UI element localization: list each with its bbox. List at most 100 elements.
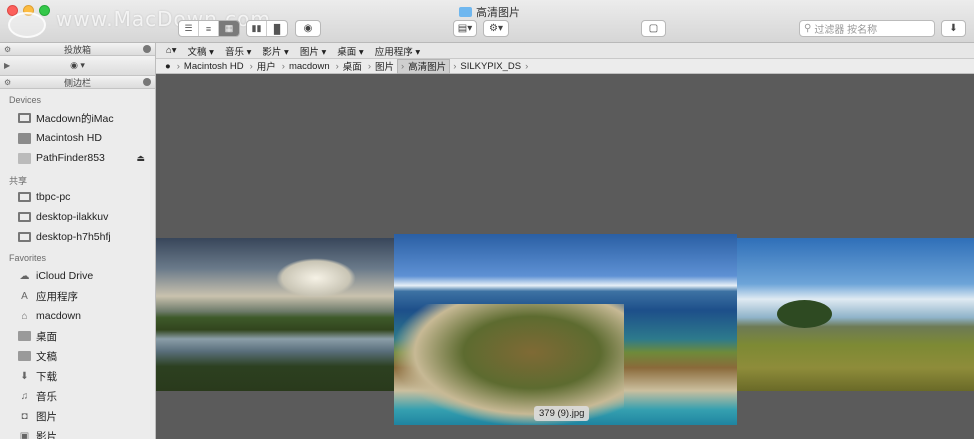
apple-icon[interactable]: ● bbox=[162, 59, 174, 74]
coverflow-mode-segmented-control[interactable]: ▮▮ ▐▌ bbox=[246, 20, 288, 37]
home-menu-button[interactable]: ⌂▾ bbox=[166, 45, 177, 56]
zoom-window-button[interactable] bbox=[39, 5, 50, 16]
close-panel-icon[interactable] bbox=[143, 45, 151, 53]
dropbox-panel-body[interactable]: ▶ ◉ ▾ bbox=[0, 56, 155, 76]
breadcrumb-silkypix[interactable]: › SILKYPIX_DS › bbox=[450, 59, 535, 74]
search-icon: ⚲ bbox=[804, 23, 812, 34]
sidebar-item-label: 影片 bbox=[36, 430, 57, 439]
view-icons-button[interactable]: ☰ bbox=[179, 21, 199, 36]
download-icon: ⬇ bbox=[20, 370, 29, 382]
arrange-icon: ▤▾ bbox=[457, 23, 473, 34]
sidebar-item-label: PathFinder853 bbox=[36, 152, 105, 164]
sidebar-item-imac[interactable]: Macdown的iMac bbox=[0, 108, 155, 128]
dropbox-panel-header[interactable]: ⚙ 投放箱 bbox=[0, 43, 155, 56]
nav-applications-menu[interactable]: 应用程序 ▾ bbox=[375, 44, 420, 58]
action-button[interactable]: ⚙▾ bbox=[483, 20, 509, 37]
sidebar-item-label: desktop-ilakkuv bbox=[36, 211, 109, 223]
coverflow-image-current[interactable] bbox=[394, 234, 737, 425]
sidebar-panel-title: 侧边栏 bbox=[63, 77, 91, 88]
sidebar-item-desktop-h7h5hfj[interactable]: desktop-h7h5hfj bbox=[0, 227, 155, 247]
nav-movies-menu[interactable]: 影片 ▾ bbox=[262, 44, 288, 58]
sidebar-item-macdown[interactable]: ⌂ macdown bbox=[0, 306, 155, 326]
computer-icon bbox=[18, 113, 31, 123]
target-icon[interactable]: ◉ ▾ bbox=[70, 60, 85, 71]
sidebar-item-tbpc[interactable]: tbpc-pc bbox=[0, 187, 155, 207]
gear-icon[interactable]: ⚙ bbox=[4, 78, 11, 87]
sidebar-panel-header[interactable]: ⚙ 侧边栏 bbox=[0, 76, 155, 89]
gear-icon[interactable]: ⚙ bbox=[4, 45, 11, 54]
sidebar-item-applications[interactable]: A 应用程序 bbox=[0, 286, 155, 306]
nav-desktop-menu[interactable]: 桌面 ▾ bbox=[337, 44, 363, 58]
camera-icon: ◘ bbox=[21, 410, 28, 422]
sidebar-item-movies[interactable]: ▣ 影片 bbox=[0, 426, 155, 439]
home-icon: ⌂ bbox=[21, 310, 28, 322]
sidebar-item-desktop[interactable]: 桌面 bbox=[0, 326, 155, 346]
document-icon: ▢ bbox=[648, 23, 659, 34]
shortcut-bar: ⌂▾ 文稿 ▾ 音乐 ▾ 影片 ▾ 图片 ▾ 桌面 ▾ 应用程序 ▾ bbox=[156, 43, 974, 59]
sidebar-item-downloads[interactable]: ⬇ 下载 bbox=[0, 366, 155, 386]
folder-icon bbox=[459, 7, 472, 17]
sidebar-item-label: 下载 bbox=[36, 370, 57, 383]
sidebar-item-label: macdown bbox=[36, 310, 81, 322]
image-tree-shape bbox=[777, 300, 832, 328]
nav-music-menu[interactable]: 音乐 ▾ bbox=[225, 44, 251, 58]
network-computer-icon bbox=[18, 232, 31, 242]
disclosure-triangle-icon[interactable]: ▶ bbox=[4, 61, 10, 70]
network-computer-icon bbox=[18, 212, 31, 222]
sidebar-item-label: desktop-h7h5hfj bbox=[36, 231, 111, 243]
search-field[interactable]: ⚲ 过滤器 按名称 bbox=[799, 20, 935, 37]
arrange-button[interactable]: ▤▾ bbox=[453, 20, 477, 37]
sidebar-item-label: 图片 bbox=[36, 410, 57, 423]
nav-pictures-menu[interactable]: 图片 ▾ bbox=[300, 44, 326, 58]
sidebar-item-label: 应用程序 bbox=[36, 290, 78, 303]
close-panel-icon[interactable] bbox=[143, 78, 151, 86]
sidebar-item-label: Macintosh HD bbox=[36, 132, 102, 144]
gear-icon: ⚙▾ bbox=[489, 23, 503, 34]
sidebar-item-pathfinder[interactable]: PathFinder853 ⏏ bbox=[0, 148, 155, 168]
sidebar-item-label: 桌面 bbox=[36, 330, 57, 343]
network-computer-icon bbox=[18, 192, 31, 202]
breadcrumb-hd-pictures[interactable]: › 高清图片 bbox=[397, 58, 451, 74]
section-devices: Devices bbox=[9, 95, 42, 105]
window-title-label: 高清图片 bbox=[476, 7, 520, 19]
sidebar-item-documents[interactable]: 文稿 bbox=[0, 346, 155, 366]
breadcrumb-pictures[interactable]: › 图片 bbox=[365, 59, 397, 74]
sidebar-item-music[interactable]: ♫ 音乐 bbox=[0, 386, 155, 406]
sidebar: ⚙ 投放箱 ▶ ◉ ▾ ⚙ 侧边栏 Devices Macdown的iMac M… bbox=[0, 43, 156, 439]
sidebar-item-icloud[interactable]: ☁ iCloud Drive bbox=[0, 266, 155, 286]
window-title: 高清图片 bbox=[459, 4, 520, 20]
sidebar-item-label: tbpc-pc bbox=[36, 191, 71, 203]
breadcrumb-macintosh-hd[interactable]: › Macintosh HD bbox=[174, 59, 247, 74]
new-document-button[interactable]: ▢ bbox=[641, 20, 666, 37]
breadcrumb-users[interactable]: › 用户 bbox=[247, 59, 279, 74]
coverflow-image-previous[interactable] bbox=[156, 238, 396, 391]
sidebar-item-label: 文稿 bbox=[36, 350, 57, 363]
disk-image-icon bbox=[18, 152, 31, 164]
sidebar-item-macintosh-hd[interactable]: Macintosh HD bbox=[0, 128, 155, 148]
quick-look-button[interactable]: ◉ bbox=[295, 20, 321, 37]
image-land-shape bbox=[394, 304, 624, 425]
dropbox-panel-title: 投放箱 bbox=[63, 44, 91, 55]
hard-drive-icon bbox=[18, 132, 31, 144]
dual-pane-button[interactable]: ▐▌ bbox=[267, 21, 287, 36]
breadcrumb: ● › Macintosh HD › 用户 › macdown › 桌面 › 图片 › 高清… bbox=[156, 58, 974, 74]
section-shared: 共享 bbox=[9, 176, 28, 186]
applications-icon: A bbox=[21, 290, 28, 302]
sidebar-item-label: 音乐 bbox=[36, 390, 57, 403]
cloud-icon: ☁ bbox=[19, 270, 30, 282]
view-list-button[interactable]: ≡ bbox=[199, 21, 219, 36]
macdown-logo-icon bbox=[8, 12, 46, 38]
film-icon: ▣ bbox=[19, 430, 30, 439]
view-mode-segmented-control[interactable]: ☰ ≡ ▦ bbox=[178, 20, 240, 37]
eject-icon[interactable]: ⏏ bbox=[136, 153, 145, 164]
coverflow-image-next[interactable] bbox=[737, 238, 974, 391]
coverflow-view[interactable]: 379 (9).jpg bbox=[156, 74, 974, 439]
breadcrumb-desktop[interactable]: › 桌面 bbox=[333, 59, 365, 74]
nav-documents-menu[interactable]: 文稿 ▾ bbox=[188, 44, 214, 58]
coverflow-button[interactable]: ▮▮ bbox=[247, 21, 267, 36]
sidebar-item-pictures[interactable]: ◘ 图片 bbox=[0, 406, 155, 426]
breadcrumb-macdown[interactable]: › macdown bbox=[279, 59, 333, 74]
download-button[interactable]: ⬇ bbox=[941, 20, 966, 37]
sidebar-item-desktop-ilakkuv[interactable]: desktop-ilakkuv bbox=[0, 207, 155, 227]
view-columns-button[interactable]: ▦ bbox=[219, 21, 239, 36]
